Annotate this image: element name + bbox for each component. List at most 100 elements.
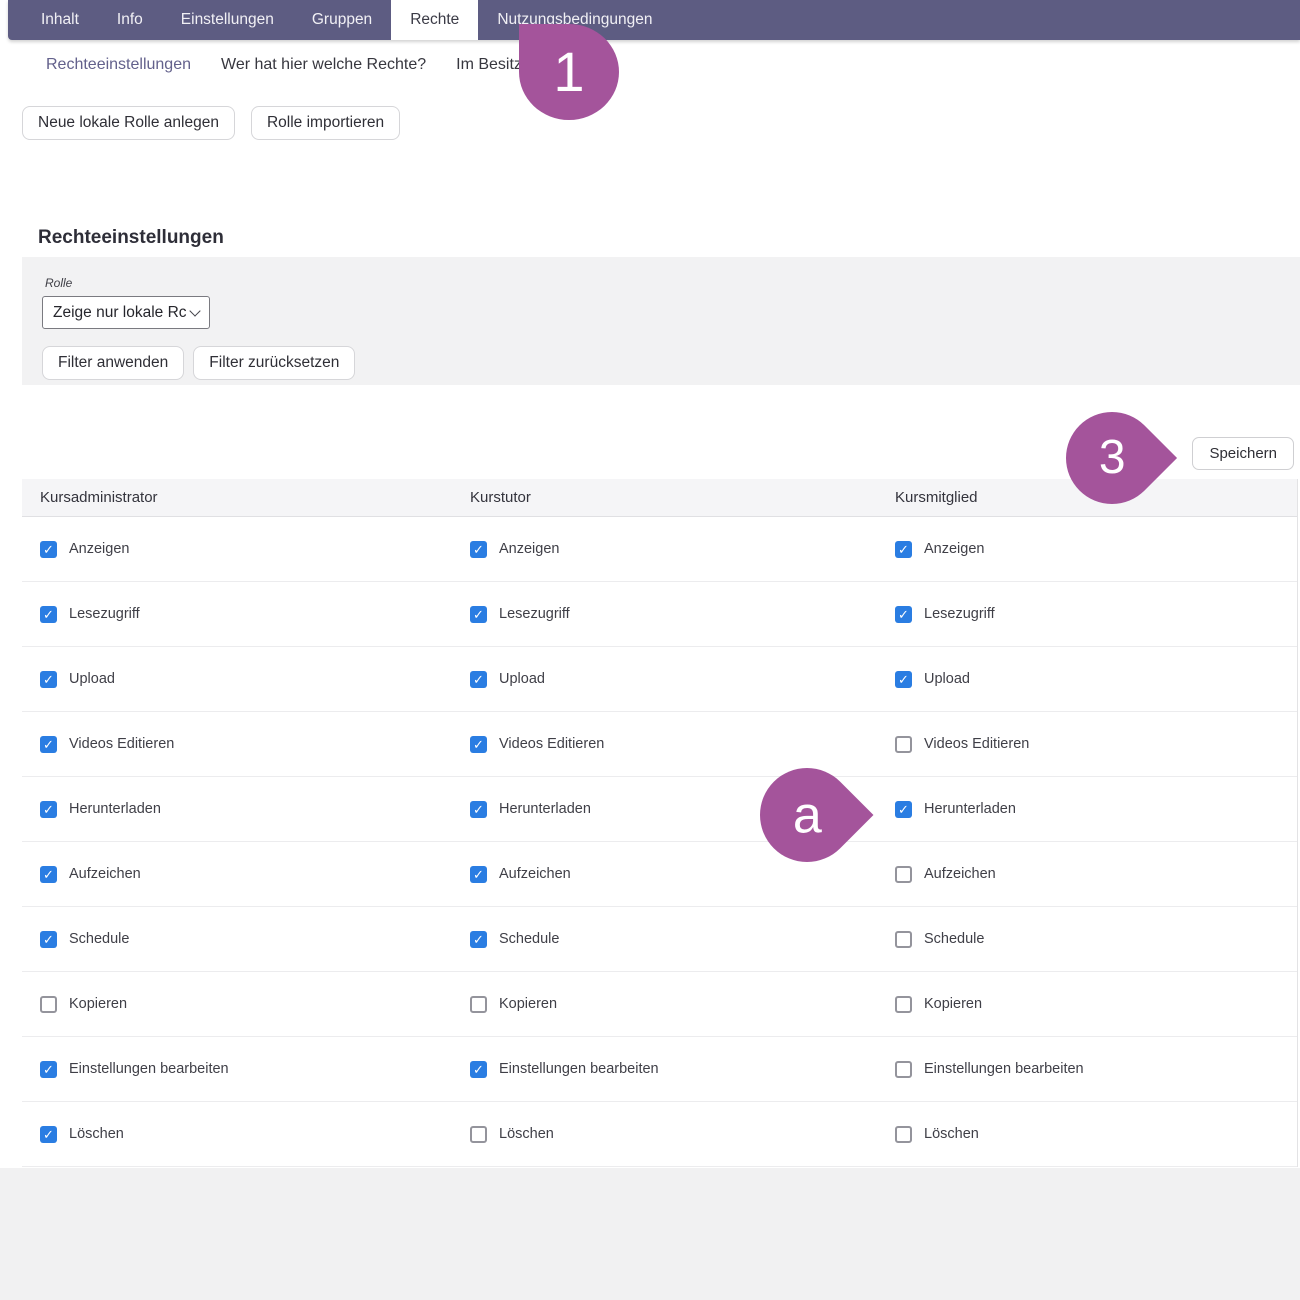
permission-cell: Einstellungen bearbeiten [22, 1037, 452, 1101]
permission-label: Lesezugriff [924, 606, 995, 622]
role-toolbar: Neue lokale Rolle anlegen Rolle importie… [22, 106, 400, 140]
checkbox-kurstutor-l-schen[interactable] [470, 1126, 487, 1143]
permission-label: Aufzeichen [499, 866, 571, 882]
checkbox-kursadministrator-einstellungen-bearbeiten[interactable] [40, 1061, 57, 1078]
tab-inhalt[interactable]: Inhalt [22, 0, 98, 40]
permission-label: Videos Editieren [924, 736, 1029, 752]
apply-filter-button[interactable]: Filter anwenden [42, 346, 184, 380]
permission-cell: Einstellungen bearbeiten [452, 1037, 877, 1101]
checkbox-kursmitglied-herunterladen[interactable] [895, 801, 912, 818]
permission-label: Einstellungen bearbeiten [499, 1061, 659, 1077]
checkbox-kurstutor-herunterladen[interactable] [470, 801, 487, 818]
checkbox-kursmitglied-l-schen[interactable] [895, 1126, 912, 1143]
subtab-rechteeinstellungen[interactable]: Rechteeinstellungen [46, 56, 191, 74]
permissions-table-row: Upload Upload Upload [22, 647, 1297, 712]
checkbox-kursadministrator-schedule[interactable] [40, 931, 57, 948]
permission-label: Kopieren [69, 996, 127, 1012]
permissions-table-row: Aufzeichen Aufzeichen Aufzeichen [22, 842, 1297, 907]
permission-label: Anzeigen [69, 541, 129, 557]
permission-cell: Herunterladen [22, 777, 452, 841]
tab-einstellungen[interactable]: Einstellungen [162, 0, 293, 40]
permissions-table: Kursadministrator Kurstutor Kursmitglied… [22, 479, 1298, 1167]
annotation-balloon-3-label: 3 [1099, 434, 1126, 482]
tab-gruppen[interactable]: Gruppen [293, 0, 391, 40]
checkbox-kurstutor-upload[interactable] [470, 671, 487, 688]
permission-label: Kopieren [924, 996, 982, 1012]
checkbox-kurstutor-videos-editieren[interactable] [470, 736, 487, 753]
checkbox-kurstutor-kopieren[interactable] [470, 996, 487, 1013]
permission-cell: Aufzeichen [877, 842, 1297, 906]
checkbox-kurstutor-schedule[interactable] [470, 931, 487, 948]
permission-label: Aufzeichen [69, 866, 141, 882]
permission-label: Anzeigen [499, 541, 559, 557]
permission-label: Herunterladen [924, 801, 1016, 817]
new-local-role-button[interactable]: Neue lokale Rolle anlegen [22, 106, 235, 140]
permission-cell: Upload [877, 647, 1297, 711]
checkbox-kurstutor-anzeigen[interactable] [470, 541, 487, 558]
filter-buttons: Filter anwenden Filter zurücksetzen [42, 346, 1300, 380]
permission-label: Lesezugriff [69, 606, 140, 622]
permission-label: Anzeigen [924, 541, 984, 557]
permission-label: Löschen [69, 1126, 124, 1142]
permission-label: Upload [924, 671, 970, 687]
role-select[interactable]: Zeige nur lokale Rc [42, 296, 210, 329]
permissions-table-row: Schedule Schedule Schedule [22, 907, 1297, 972]
checkbox-kurstutor-aufzeichen[interactable] [470, 866, 487, 883]
checkbox-kursadministrator-herunterladen[interactable] [40, 801, 57, 818]
checkbox-kursmitglied-anzeigen[interactable] [895, 541, 912, 558]
permission-cell: Anzeigen [877, 517, 1297, 581]
permission-cell: Schedule [877, 907, 1297, 971]
subtab-im-besitz[interactable]: Im Besitz [456, 56, 522, 74]
permission-cell: Aufzeichen [22, 842, 452, 906]
checkbox-kursmitglied-aufzeichen[interactable] [895, 866, 912, 883]
permission-label: Schedule [924, 931, 984, 947]
checkbox-kursmitglied-lesezugriff[interactable] [895, 606, 912, 623]
annotation-balloon-1-label: 1 [553, 44, 584, 100]
import-role-button[interactable]: Rolle importieren [251, 106, 400, 140]
permission-label: Lesezugriff [499, 606, 570, 622]
permission-label: Videos Editieren [499, 736, 604, 752]
save-button[interactable]: Speichern [1192, 437, 1294, 470]
permission-label: Löschen [499, 1126, 554, 1142]
permission-cell: Lesezugriff [22, 582, 452, 646]
checkbox-kursadministrator-lesezugriff[interactable] [40, 606, 57, 623]
tab-rechte[interactable]: Rechte [391, 0, 478, 40]
checkbox-kursadministrator-upload[interactable] [40, 671, 57, 688]
permission-label: Videos Editieren [69, 736, 174, 752]
permission-cell: Upload [452, 647, 877, 711]
checkbox-kursadministrator-aufzeichen[interactable] [40, 866, 57, 883]
checkbox-kurstutor-einstellungen-bearbeiten[interactable] [470, 1061, 487, 1078]
permission-cell: Videos Editieren [22, 712, 452, 776]
permission-label: Herunterladen [499, 801, 591, 817]
checkbox-kursadministrator-kopieren[interactable] [40, 996, 57, 1013]
permission-cell: Löschen [22, 1102, 452, 1166]
subtab-wer-hat-hier-welche-rechte[interactable]: Wer hat hier welche Rechte? [221, 56, 426, 74]
checkbox-kursadministrator-l-schen[interactable] [40, 1126, 57, 1143]
checkbox-kursmitglied-upload[interactable] [895, 671, 912, 688]
permission-cell: Herunterladen [877, 777, 1297, 841]
permission-label: Kopieren [499, 996, 557, 1012]
checkbox-kursadministrator-anzeigen[interactable] [40, 541, 57, 558]
checkbox-kursmitglied-schedule[interactable] [895, 931, 912, 948]
permissions-table-row: Lesezugriff Lesezugriff Lesezugriff [22, 582, 1297, 647]
permission-cell: Löschen [452, 1102, 877, 1166]
checkbox-kursmitglied-kopieren[interactable] [895, 996, 912, 1013]
permission-cell: Kopieren [452, 972, 877, 1036]
page: InhaltInfoEinstellungenGruppenRechteNutz… [0, 0, 1300, 1300]
permissions-table-row: Löschen Löschen Löschen [22, 1102, 1297, 1167]
permission-cell: Lesezugriff [452, 582, 877, 646]
annotation-balloon-1: 1 [519, 24, 619, 120]
checkbox-kursmitglied-videos-editieren[interactable] [895, 736, 912, 753]
filter-panel: Rolle Zeige nur lokale Rc Filter anwende… [22, 257, 1300, 385]
reset-filter-button[interactable]: Filter zurücksetzen [193, 346, 355, 380]
tab-info[interactable]: Info [98, 0, 162, 40]
permission-label: Schedule [69, 931, 129, 947]
checkbox-kurstutor-lesezugriff[interactable] [470, 606, 487, 623]
column-header-kursadministrator: Kursadministrator [22, 489, 452, 506]
permission-cell: Upload [22, 647, 452, 711]
checkbox-kursmitglied-einstellungen-bearbeiten[interactable] [895, 1061, 912, 1078]
permission-label: Löschen [924, 1126, 979, 1142]
permissions-table-row: Einstellungen bearbeiten Einstellungen b… [22, 1037, 1297, 1102]
checkbox-kursadministrator-videos-editieren[interactable] [40, 736, 57, 753]
chevron-down-icon [189, 305, 200, 316]
